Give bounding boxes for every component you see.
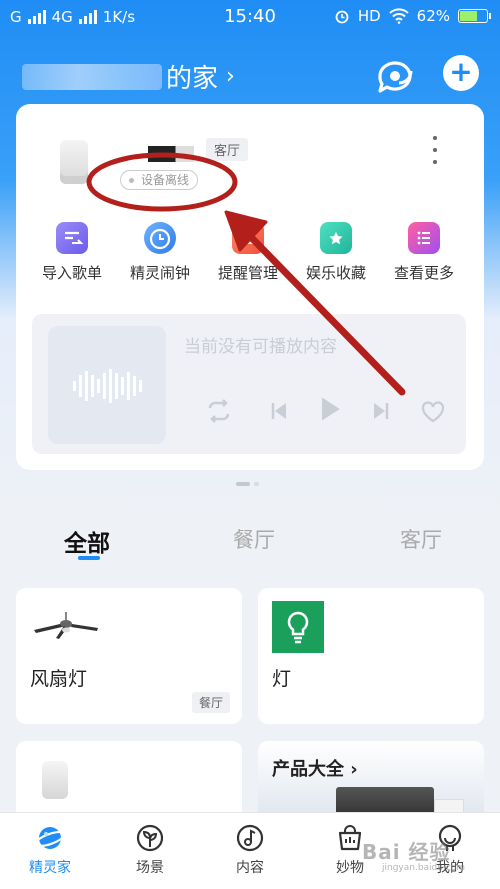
alarm-status-icon [335, 10, 349, 24]
status-right: HD 62% [334, 7, 491, 25]
quick-action-reminder[interactable]: 提醒管理 [208, 222, 288, 283]
more-options-icon[interactable] [428, 136, 442, 164]
quick-action-alarm[interactable]: 精灵闹钟 [120, 222, 200, 283]
quick-action-more[interactable]: 查看更多 [384, 222, 464, 283]
more-list-icon [408, 222, 440, 254]
device-name: 灯 [272, 668, 292, 690]
blurred-home-name [22, 63, 162, 90]
tab-all[interactable]: 全部 [64, 524, 110, 558]
nav-content[interactable]: 内容 [210, 823, 290, 877]
message-button[interactable] [374, 56, 416, 96]
battery-icon [458, 9, 491, 23]
nav-scene[interactable]: 场景 [110, 823, 190, 877]
room-tabs: 全部 餐厅 客厅 [0, 520, 500, 564]
music-player: 当前没有可播放内容 [32, 314, 466, 454]
device-tile-light[interactable]: 灯 [258, 588, 484, 724]
chevron-right-icon: › [226, 64, 235, 89]
smart-speaker-image [60, 140, 88, 184]
quick-action-import-playlist[interactable]: 导入歌单 [32, 222, 112, 283]
wifi-icon [388, 8, 409, 24]
nav-label: 内容 [236, 860, 264, 876]
add-device-button[interactable]: + [443, 55, 479, 91]
previous-icon[interactable] [264, 396, 294, 426]
repeat-icon[interactable] [204, 396, 234, 426]
tab-living-room[interactable]: 客厅 [400, 524, 442, 554]
next-icon[interactable] [366, 396, 396, 426]
device-tile-fan-light[interactable]: 风扇灯 餐厅 [16, 588, 242, 724]
scene-plant-icon [135, 823, 165, 853]
active-tab-indicator [78, 556, 100, 560]
device-room-tag: 餐厅 [191, 692, 230, 713]
device-card[interactable]: 客厅 设备离线 导入歌单 精灵闹钟 提醒管理 娱乐收藏 查看更多 当前没有可播放… [16, 104, 484, 470]
battery-percent: 62% [416, 7, 450, 25]
nav-home[interactable]: 精灵家 [10, 823, 90, 877]
play-icon[interactable] [314, 394, 346, 424]
alarm-clock-icon [144, 222, 176, 254]
status-bar: G 4G 1K/s 15:40 HD 62% [0, 0, 500, 34]
product-catalog-label: 产品大全 [272, 759, 344, 780]
home-selector[interactable]: 的家 › [22, 58, 235, 95]
header: 的家 › + [0, 48, 500, 100]
room-tag: 客厅 [206, 138, 249, 161]
reminder-icon [232, 222, 264, 254]
favorites-folder-icon [320, 222, 352, 254]
quick-action-label: 提醒管理 [217, 264, 278, 282]
watermark-text: Bai 经验 [362, 840, 451, 864]
quick-action-label: 娱乐收藏 [305, 264, 366, 282]
gift-bag-icon [335, 823, 365, 853]
smart-speaker-icon [42, 761, 68, 799]
offline-status-badge: 设备离线 [120, 170, 199, 190]
heart-icon[interactable] [418, 396, 448, 426]
quick-action-label: 导入歌单 [41, 264, 102, 282]
chat-bubble-icon [378, 61, 413, 93]
quick-action-label: 精灵闹钟 [129, 264, 190, 282]
watermark-url: jingyan.baidu.com [382, 863, 466, 873]
import-playlist-icon [56, 222, 88, 254]
card-pager [236, 482, 259, 486]
tab-dining-room[interactable]: 餐厅 [233, 524, 275, 554]
quick-action-favorites[interactable]: 娱乐收藏 [296, 222, 376, 283]
device-tile-speaker[interactable] [16, 741, 242, 821]
ceiling-fan-icon [34, 612, 98, 639]
home-title-suffix: 的家 [166, 64, 219, 94]
planet-home-icon [34, 823, 66, 853]
battery-fill [460, 11, 478, 21]
nav-label: 场景 [136, 860, 164, 876]
product-catalog-card[interactable]: 产品大全 › [258, 741, 484, 821]
hd-label: HD [357, 7, 381, 25]
album-cover [48, 326, 166, 444]
redacted-device-name [148, 146, 194, 162]
no-content-text: 当前没有可播放内容 [184, 337, 337, 357]
device-name: 风扇灯 [30, 668, 88, 690]
product-catalog-title: 产品大全 › [272, 755, 358, 781]
chevron-right-icon: › [350, 759, 358, 780]
light-bulb-icon [272, 601, 324, 653]
nav-label: 精灵家 [29, 860, 71, 876]
sound-wave-icon [70, 366, 144, 406]
music-note-icon [235, 823, 265, 853]
quick-action-label: 查看更多 [393, 264, 454, 282]
